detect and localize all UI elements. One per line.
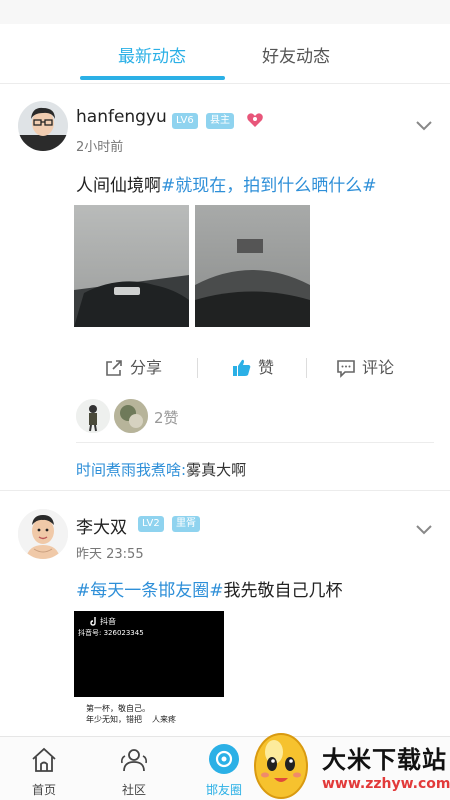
active-tab-indicator bbox=[80, 76, 225, 80]
comment-icon bbox=[337, 360, 355, 378]
post-content: 人间仙境啊#就现在，拍到什么晒什么# bbox=[76, 171, 377, 196]
post-username[interactable]: 李大双 bbox=[76, 513, 127, 538]
post-actions: 分享 赞 评论 bbox=[0, 348, 450, 388]
feed-tabs: 最新动态 好友动态 bbox=[0, 24, 450, 84]
comment-text: 雾真大啊 bbox=[186, 461, 247, 479]
avatar[interactable] bbox=[18, 101, 68, 151]
chevron-down-icon[interactable] bbox=[414, 115, 434, 135]
like-count[interactable]: 2赞 bbox=[154, 407, 179, 428]
post-photo[interactable] bbox=[195, 205, 310, 327]
video-caption-line: 年少无知，错把 bbox=[86, 715, 142, 724]
video-thumbnail[interactable]: 抖音 抖音号: 326023345 第一杯，敬自己。 年少无知，错把 人来疼 bbox=[74, 611, 224, 736]
comment-label: 评论 bbox=[362, 358, 395, 377]
video-caption-line: 第一杯，敬自己。 bbox=[86, 704, 150, 713]
divider bbox=[306, 358, 307, 378]
post-time: 2小时前 bbox=[76, 140, 124, 155]
rice-mascot-icon bbox=[254, 733, 308, 799]
watermark-url: www.zzhyw.com bbox=[322, 776, 450, 792]
nav-home-label: 首页 bbox=[31, 783, 56, 797]
tab-friends[interactable]: 好友动态 bbox=[262, 42, 330, 67]
post-text: 人间仙境啊 bbox=[76, 176, 161, 196]
post-text: 我先敬自己几杯 bbox=[223, 581, 343, 601]
video-caption-line: 人来疼 bbox=[152, 715, 176, 724]
like-label: 赞 bbox=[258, 358, 275, 377]
post-content: #每天一条邯友圈#我先敬自己几杯 bbox=[76, 576, 343, 601]
share-icon bbox=[106, 360, 122, 376]
level-badge: LV2 bbox=[138, 516, 164, 532]
topic-link[interactable]: #每天一条邯友圈# bbox=[76, 581, 224, 601]
douyin-logo: 抖音 bbox=[100, 617, 116, 626]
home-icon bbox=[32, 747, 56, 772]
share-label: 分享 bbox=[130, 358, 163, 377]
divider bbox=[197, 358, 198, 378]
level-badge: LV6 bbox=[172, 113, 198, 129]
liker-avatar[interactable] bbox=[114, 399, 148, 433]
heart-badge-icon bbox=[246, 111, 264, 129]
post-card: 李大双 LV2 里胥 昨天 23:55 #每天一条邯友圈#我先敬自己几杯 抖音 … bbox=[0, 491, 450, 736]
avatar[interactable] bbox=[18, 509, 68, 559]
chevron-down-icon[interactable] bbox=[414, 519, 434, 539]
post-card: hanfengyu LV6 县主 2小时前 人间仙境啊#就现在，拍到什么晒什么# bbox=[0, 85, 450, 490]
liker-avatar[interactable] bbox=[76, 399, 110, 433]
role-badge: 里胥 bbox=[172, 516, 200, 532]
comment-username[interactable]: 时间煮雨我煮啥: bbox=[76, 461, 186, 479]
divider bbox=[76, 442, 434, 443]
role-badge: 县主 bbox=[206, 113, 234, 129]
tab-latest[interactable]: 最新动态 bbox=[118, 42, 186, 67]
watermark-title: 大米下载站 bbox=[322, 746, 447, 774]
video-caption-area: 第一杯，敬自己。 年少无知，错把 人来疼 bbox=[74, 697, 224, 736]
post-username[interactable]: hanfengyu bbox=[76, 107, 167, 127]
community-icon bbox=[121, 749, 147, 772]
douyin-icon bbox=[90, 617, 96, 626]
top-strip bbox=[0, 0, 450, 24]
thumbs-up-icon bbox=[233, 359, 251, 376]
watermark: 大米下载站 www.zzhyw.com bbox=[244, 726, 450, 800]
douyin-id: 抖音号: 326023345 bbox=[78, 629, 144, 637]
circle-icon bbox=[209, 744, 239, 774]
likers-row: 2赞 bbox=[76, 399, 376, 435]
post-time: 昨天 23:55 bbox=[76, 547, 144, 562]
post-photo[interactable] bbox=[74, 205, 189, 327]
topic-link[interactable]: #就现在，拍到什么晒什么# bbox=[161, 176, 377, 196]
nav-community-label: 社区 bbox=[121, 783, 146, 797]
comment-preview[interactable]: 时间煮雨我煮啥:雾真大啊 bbox=[76, 459, 246, 480]
